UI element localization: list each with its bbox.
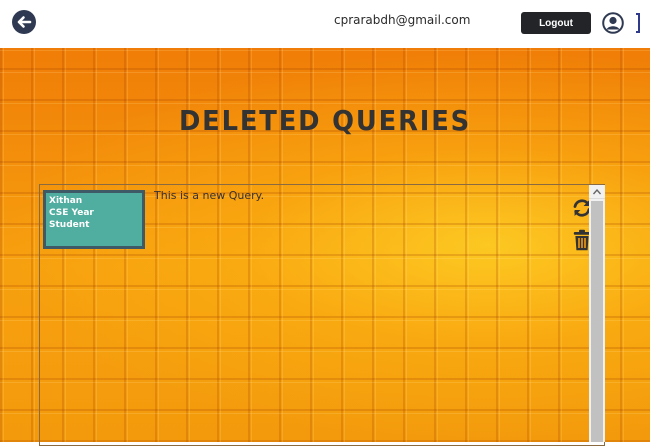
- user-role: Student: [49, 220, 90, 230]
- top-bar: cprarabdh@gmail.com Logout: [0, 0, 650, 48]
- window-edge-bracket: [636, 13, 640, 33]
- panel-scrollbar[interactable]: [589, 185, 605, 442]
- scroll-up-button[interactable]: [589, 185, 605, 199]
- scrollbar-thumb[interactable]: [591, 201, 603, 442]
- logout-button[interactable]: Logout: [521, 12, 591, 34]
- user-card: Xithan CSE Year Student: [43, 190, 145, 249]
- user-name: Xithan: [49, 196, 83, 206]
- user-branch-year: CSE Year: [49, 208, 94, 218]
- user-email: cprarabdh@gmail.com: [334, 13, 471, 27]
- back-icon[interactable]: [12, 10, 36, 34]
- query-text: This is a new Query.: [154, 189, 265, 202]
- page-title: Deleted Queries: [178, 104, 472, 137]
- user-avatar-icon[interactable]: [602, 12, 624, 34]
